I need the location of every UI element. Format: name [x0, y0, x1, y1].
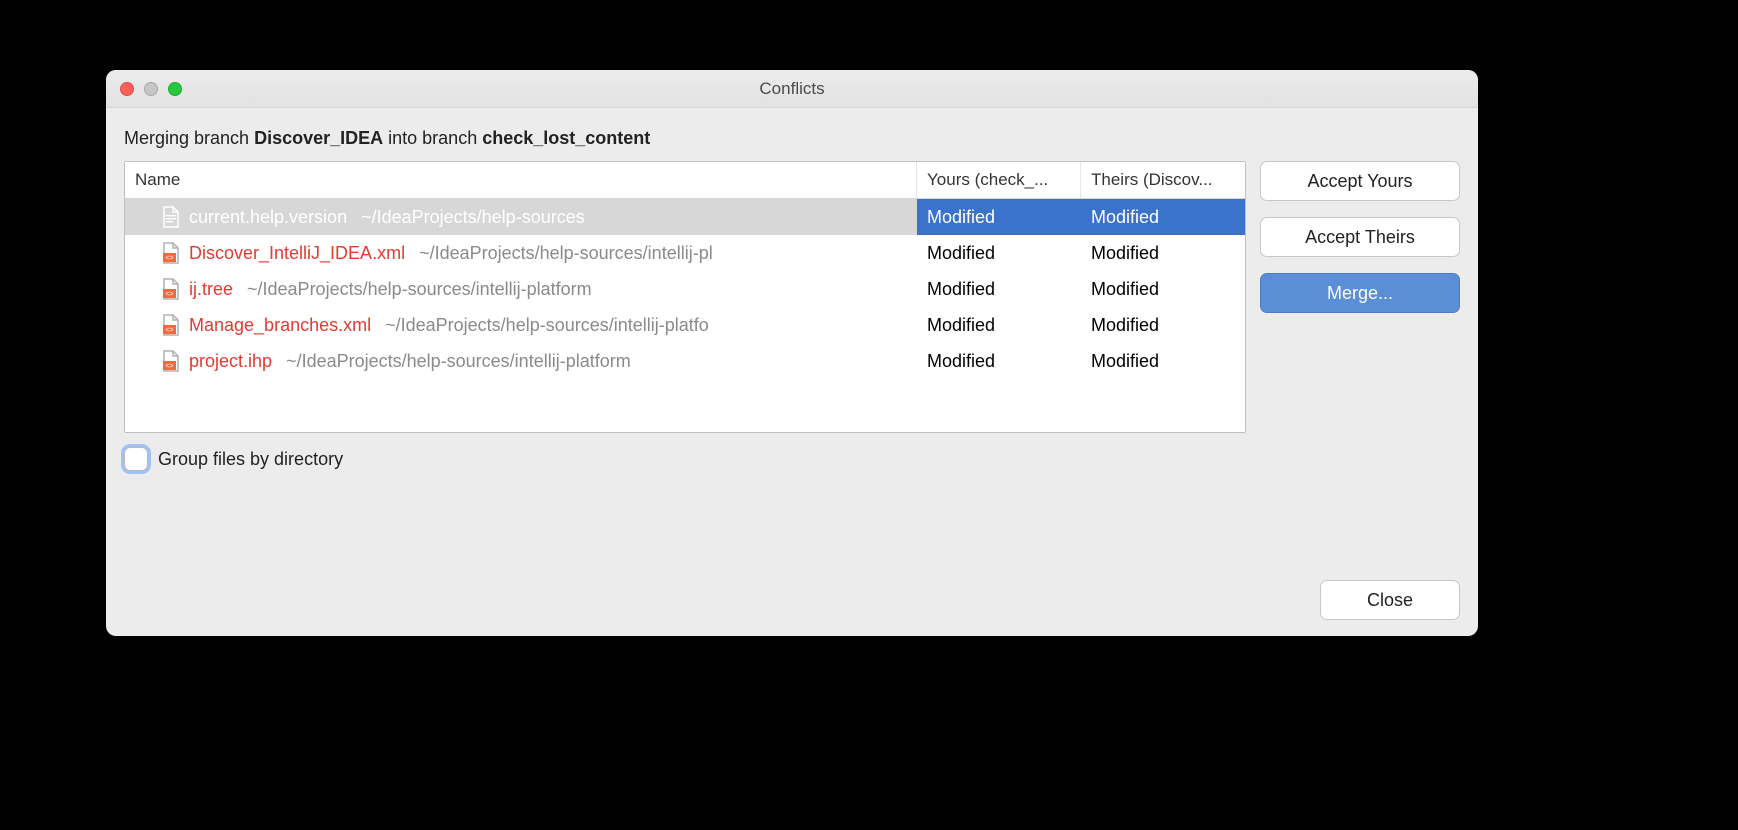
table-row[interactable]: <> Discover_IntelliJ_IDEA.xml ~/IdeaProje…	[125, 235, 1245, 271]
file-path: ~/IdeaProjects/help-sources/intellij-pla…	[247, 279, 592, 300]
merge-heading: Merging branch Discover_IDEA into branch…	[124, 128, 1460, 149]
action-buttons: Accept Yours Accept Theirs Merge...	[1260, 161, 1460, 433]
file-xml-icon: <>	[161, 242, 181, 264]
dialog-content: Merging branch Discover_IDEA into branch…	[106, 108, 1478, 636]
cell-yours: Modified	[917, 343, 1081, 379]
table-row[interactable]: current.help.version ~/IdeaProjects/help-…	[125, 199, 1245, 235]
file-xml-icon: <>	[161, 278, 181, 300]
cell-name: <> ij.tree ~/IdeaProjects/help-sources/in…	[125, 271, 917, 307]
file-path: ~/IdeaProjects/help-sources/intellij-pla…	[286, 351, 631, 372]
cell-name: <> Manage_branches.xml ~/IdeaProjects/hel…	[125, 307, 917, 343]
group-by-directory-label: Group files by directory	[158, 449, 343, 470]
svg-text:<>: <>	[165, 327, 173, 334]
cell-name: current.help.version ~/IdeaProjects/help-…	[125, 199, 917, 235]
group-by-directory-checkbox[interactable]	[124, 447, 148, 471]
cell-theirs: Modified	[1081, 199, 1245, 235]
col-header-yours[interactable]: Yours (check_...	[917, 162, 1081, 199]
cell-theirs: Modified	[1081, 235, 1245, 271]
table-row[interactable]: <> ij.tree ~/IdeaProjects/help-sources/in…	[125, 271, 1245, 307]
main-row: Name Yours (check_... Theirs (Discov... …	[124, 161, 1460, 433]
file-xml-icon: <>	[161, 314, 181, 336]
file-path: ~/IdeaProjects/help-sources/intellij-pl	[419, 243, 713, 264]
cell-theirs: Modified	[1081, 307, 1245, 343]
cell-theirs: Modified	[1081, 271, 1245, 307]
file-name: project.ihp	[189, 351, 272, 372]
conflicts-table: Name Yours (check_... Theirs (Discov... …	[124, 161, 1246, 433]
file-name: current.help.version	[189, 207, 347, 228]
table-row[interactable]: <> project.ihp ~/IdeaProjects/help-source…	[125, 343, 1245, 379]
table-row[interactable]: <> Manage_branches.xml ~/IdeaProjects/hel…	[125, 307, 1245, 343]
window-controls	[106, 82, 182, 96]
col-header-name[interactable]: Name	[125, 162, 917, 199]
col-header-theirs[interactable]: Theirs (Discov...	[1081, 162, 1245, 199]
svg-text:<>: <>	[165, 291, 173, 298]
file-name: Discover_IntelliJ_IDEA.xml	[189, 243, 405, 264]
svg-text:<>: <>	[165, 363, 173, 370]
file-name: ij.tree	[189, 279, 233, 300]
cell-theirs: Modified	[1081, 343, 1245, 379]
heading-from-branch: Discover_IDEA	[254, 128, 383, 148]
cell-name: <> project.ihp ~/IdeaProjects/help-source…	[125, 343, 917, 379]
cell-yours: Modified	[917, 235, 1081, 271]
cell-yours: Modified	[917, 307, 1081, 343]
file-path: ~/IdeaProjects/help-sources/intellij-pla…	[385, 315, 709, 336]
svg-text:<>: <>	[165, 255, 173, 262]
window-title: Conflicts	[106, 79, 1478, 99]
heading-middle: into branch	[383, 128, 482, 148]
cell-yours: Modified	[917, 271, 1081, 307]
group-by-directory-row[interactable]: Group files by directory	[124, 447, 1460, 471]
heading-prefix: Merging branch	[124, 128, 254, 148]
zoom-window-icon[interactable]	[168, 82, 182, 96]
file-name: Manage_branches.xml	[189, 315, 371, 336]
accept-yours-button[interactable]: Accept Yours	[1260, 161, 1460, 201]
file-path: ~/IdeaProjects/help-sources	[361, 207, 585, 228]
dialog-footer: Close	[124, 580, 1460, 620]
file-text-icon	[161, 206, 181, 228]
close-window-icon[interactable]	[120, 82, 134, 96]
accept-theirs-button[interactable]: Accept Theirs	[1260, 217, 1460, 257]
conflicts-dialog: Conflicts Merging branch Discover_IDEA i…	[106, 70, 1478, 636]
minimize-window-icon	[144, 82, 158, 96]
cell-name: <> Discover_IntelliJ_IDEA.xml ~/IdeaProje…	[125, 235, 917, 271]
titlebar: Conflicts	[106, 70, 1478, 108]
file-xml-icon: <>	[161, 350, 181, 372]
table-header: Name Yours (check_... Theirs (Discov...	[125, 162, 1245, 199]
table-body: current.help.version ~/IdeaProjects/help-…	[125, 199, 1245, 432]
close-button[interactable]: Close	[1320, 580, 1460, 620]
heading-to-branch: check_lost_content	[482, 128, 650, 148]
cell-yours: Modified	[917, 199, 1081, 235]
merge-button[interactable]: Merge...	[1260, 273, 1460, 313]
